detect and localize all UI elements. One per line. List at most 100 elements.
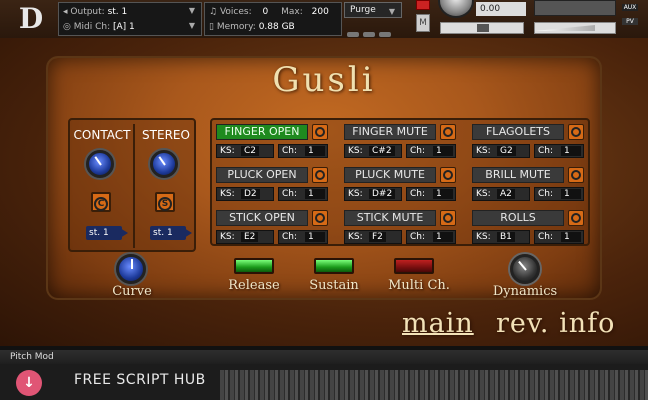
channel-value[interactable]: 1 [305, 232, 325, 242]
channel-value[interactable]: 1 [433, 189, 453, 199]
aux-button[interactable]: AUX [622, 4, 638, 11]
articulation-flagolets[interactable]: FLAGOLETS [472, 124, 564, 140]
rev-info-link[interactable]: rev. info [496, 308, 615, 339]
instrument-header: D ◂ Output: st. 1 ▼ ◎ Midi Ch: [A] 1 ▼ ♫… [0, 0, 648, 38]
pan-slider[interactable] [440, 22, 524, 34]
stereo-label: STEREO [142, 128, 190, 142]
articulation-power-button[interactable] [312, 167, 328, 183]
chevron-down-icon[interactable]: ▼ [189, 21, 195, 30]
articulation-pluck-open[interactable]: PLUCK OPEN [216, 167, 308, 183]
articulation-stick-mute[interactable]: STICK MUTE [344, 210, 436, 226]
solo-button[interactable] [416, 0, 430, 10]
keyswitch-value[interactable]: F2 [369, 232, 386, 242]
contact-output-selector[interactable]: st. 1 [86, 226, 128, 240]
channel-field[interactable]: Ch: 1 [406, 144, 456, 158]
sustain-toggle[interactable] [314, 258, 354, 274]
purge-button[interactable]: Purge ▼ [344, 2, 402, 18]
channel-value[interactable]: 1 [561, 232, 581, 242]
download-icon[interactable]: ↓ [16, 370, 42, 396]
articulation-power-button[interactable] [568, 167, 584, 183]
dynamics-knob[interactable] [510, 254, 540, 284]
channel-value[interactable]: 1 [305, 146, 325, 156]
keyswitch-field[interactable]: KS: C#2 [344, 144, 402, 158]
keyswitch-value[interactable]: B1 [497, 232, 515, 242]
stereo-toggle-button[interactable]: S [155, 192, 175, 212]
channel-value[interactable]: 1 [433, 146, 453, 156]
channel-field[interactable]: Ch: 1 [278, 230, 328, 244]
output-selector[interactable]: ◂ Output: st. 1 [63, 5, 127, 19]
contact-stereo-box: CONTACT STEREO C S st. 1 st. 1 [68, 118, 196, 252]
keyswitch-field[interactable]: KS: E2 [216, 230, 274, 244]
articulation-power-button[interactable] [312, 210, 328, 226]
keyswitch-value[interactable]: C#2 [369, 146, 395, 156]
articulation-stick-open[interactable]: STICK OPEN [216, 210, 308, 226]
keyswitch-value[interactable]: E2 [241, 232, 259, 242]
channel-field[interactable]: Ch: 1 [278, 144, 328, 158]
stereo-volume-knob[interactable] [150, 150, 178, 178]
articulation-power-button[interactable] [568, 124, 584, 140]
stereo-output-selector[interactable]: st. 1 [150, 226, 192, 240]
articulation-power-button[interactable] [568, 210, 584, 226]
articulation-power-button[interactable] [440, 210, 456, 226]
contact-toggle-button[interactable]: C [91, 192, 111, 212]
power-icon [315, 127, 325, 137]
pv-button[interactable]: PV [622, 18, 638, 25]
articulation-power-button[interactable] [312, 124, 328, 140]
kontakt-logo: D [18, 2, 44, 35]
channel-value[interactable]: 1 [433, 232, 453, 242]
channel-field[interactable]: Ch: 1 [534, 187, 584, 201]
pan-slider-thumb[interactable] [477, 24, 489, 32]
channel-value[interactable]: 1 [561, 146, 581, 156]
articulation-finger-open[interactable]: FINGER OPEN [216, 124, 308, 140]
memory-value: 0.88 GB [258, 22, 295, 32]
pitch-mod-label: Pitch Mod [0, 350, 648, 364]
mute-button[interactable]: M [416, 14, 430, 32]
keyswitch-field[interactable]: KS: D#2 [344, 187, 402, 201]
channel-value[interactable]: 1 [305, 189, 325, 199]
max-voices-value[interactable]: 200 [312, 7, 329, 17]
keyswitch-value[interactable]: D2 [241, 189, 260, 199]
contact-label: CONTACT [73, 128, 131, 142]
articulation-rolls[interactable]: ROLLS [472, 210, 564, 226]
keyswitch-field[interactable]: KS: D2 [216, 187, 274, 201]
volume-slider[interactable] [534, 22, 616, 34]
keyswitch-value[interactable]: G2 [497, 146, 516, 156]
contact-volume-knob[interactable] [86, 150, 114, 178]
channel-field[interactable]: Ch: 1 [534, 144, 584, 158]
tune-knob[interactable] [438, 0, 474, 18]
keyswitch-value[interactable]: A2 [497, 189, 515, 199]
release-toggle[interactable] [234, 258, 274, 274]
channel-field[interactable]: Ch: 1 [278, 187, 328, 201]
dynamics-label: Dynamics [492, 284, 558, 299]
main-page-link[interactable]: main [402, 308, 474, 339]
channel-field[interactable]: Ch: 1 [406, 230, 456, 244]
release-label: Release [228, 278, 280, 293]
output-icon: ◂ [63, 7, 68, 17]
multi-channel-toggle[interactable] [394, 258, 434, 274]
keyswitch-field[interactable]: KS: G2 [472, 144, 530, 158]
keyswitch-value[interactable]: D#2 [369, 189, 396, 199]
chevron-down-icon: ▼ [388, 7, 395, 16]
articulation-brill-mute[interactable]: BRILL MUTE [472, 167, 564, 183]
keyswitch-field[interactable]: KS: A2 [472, 187, 530, 201]
midi-channel-selector[interactable]: ◎ Midi Ch: [A] 1 [63, 20, 135, 34]
keyswitch-field[interactable]: KS: C2 [216, 144, 274, 158]
power-icon [315, 170, 325, 180]
keyswitch-field[interactable]: KS: B1 [472, 230, 530, 244]
keyboard-strip[interactable] [220, 370, 648, 400]
channel-field[interactable]: Ch: 1 [534, 230, 584, 244]
power-icon [443, 127, 453, 137]
keyswitch-field[interactable]: KS: F2 [344, 230, 402, 244]
tune-value[interactable]: 0.00 [476, 2, 526, 16]
curve-knob[interactable] [116, 254, 146, 284]
channel-value[interactable]: 1 [561, 189, 581, 199]
articulation-power-button[interactable] [440, 124, 456, 140]
output-midi-box: ◂ Output: st. 1 ▼ ◎ Midi Ch: [A] 1 ▼ [58, 2, 202, 36]
memory-icon: ▯ [209, 22, 214, 32]
articulation-finger-mute[interactable]: FINGER MUTE [344, 124, 436, 140]
articulation-power-button[interactable] [440, 167, 456, 183]
articulation-pluck-mute[interactable]: PLUCK MUTE [344, 167, 436, 183]
keyswitch-value[interactable]: C2 [241, 146, 260, 156]
chevron-down-icon[interactable]: ▼ [189, 6, 195, 15]
channel-field[interactable]: Ch: 1 [406, 187, 456, 201]
